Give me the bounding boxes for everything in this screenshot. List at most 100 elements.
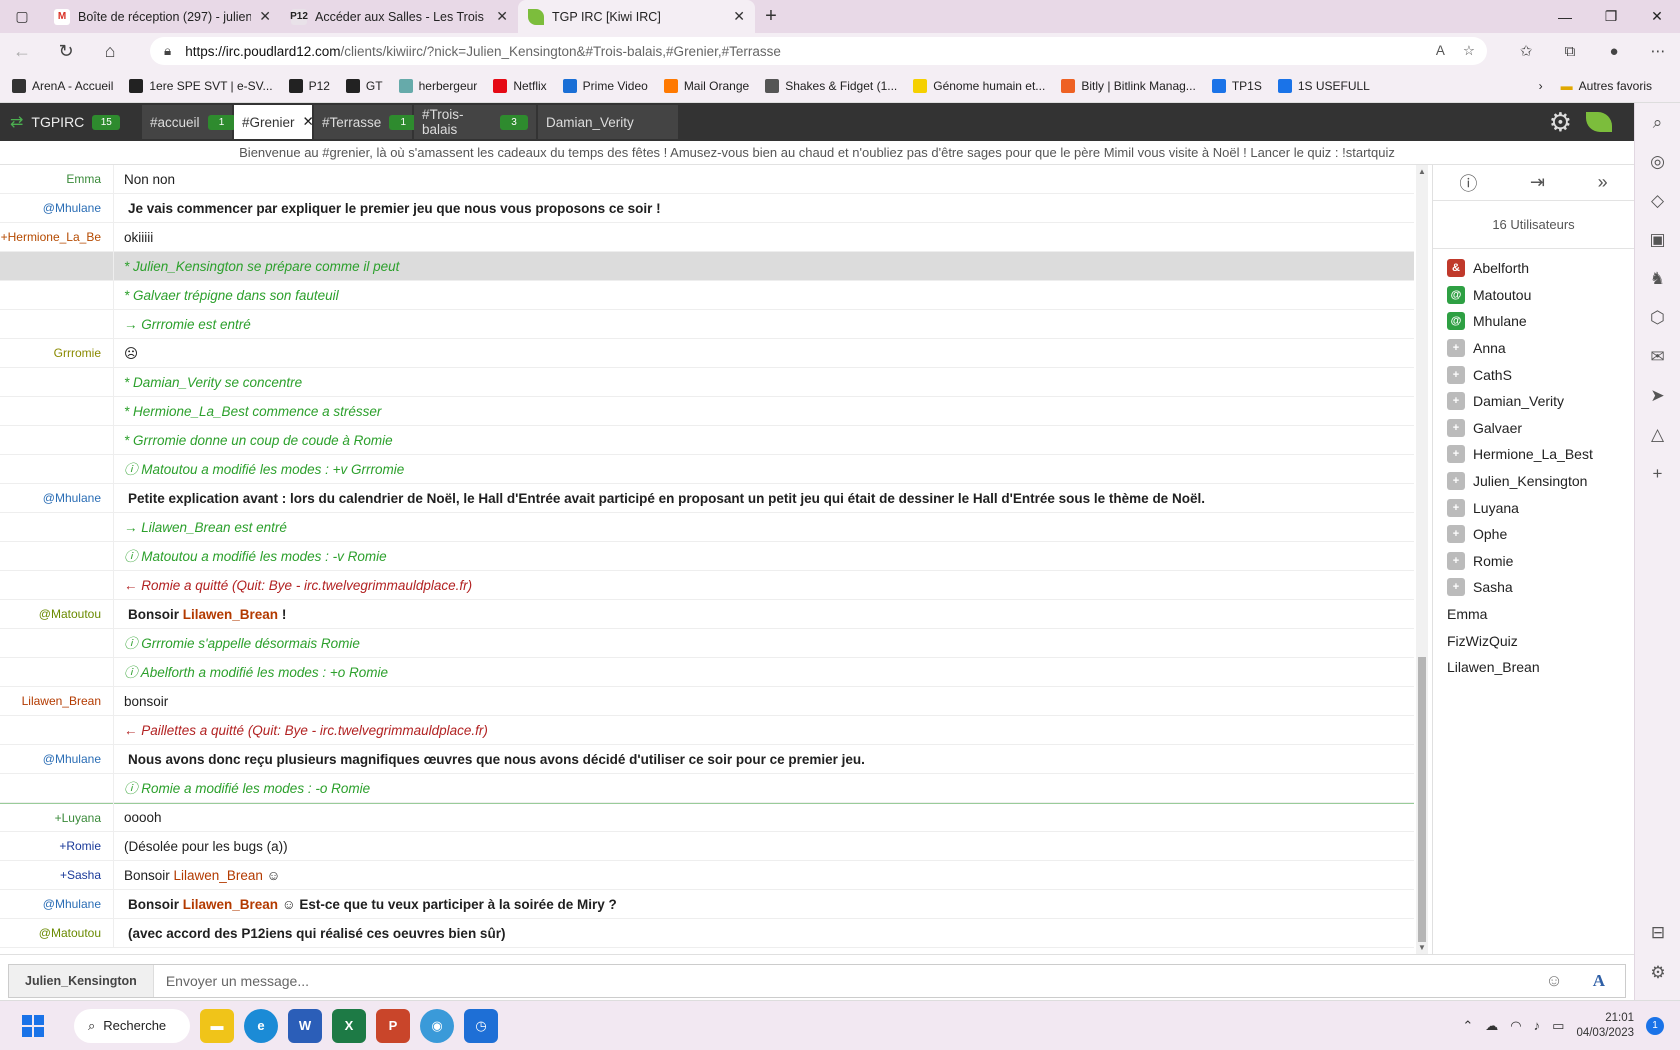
message-nick[interactable]: @Matoutou bbox=[0, 607, 113, 621]
split-screen-icon[interactable]: ⊟ bbox=[1635, 913, 1680, 952]
file-explorer-icon[interactable]: ▬ bbox=[200, 1008, 234, 1043]
message-scrollbar[interactable]: ▲ ▼ bbox=[1416, 165, 1428, 954]
user-list-item[interactable]: FizWizQuiz bbox=[1433, 627, 1634, 654]
bookmark-item[interactable]: Prime Video bbox=[562, 78, 648, 93]
user-list-item[interactable]: @ Matoutou bbox=[1433, 282, 1634, 309]
clock-app-icon[interactable]: ◷ bbox=[464, 1008, 498, 1043]
emoji-icon[interactable]: ☺ bbox=[1545, 971, 1562, 991]
current-nick[interactable]: Julien_Kensington bbox=[9, 965, 154, 997]
shopping-tag-icon[interactable]: ◇ bbox=[1635, 181, 1680, 220]
favorites-icon[interactable]: ✩ bbox=[1504, 33, 1548, 69]
scroll-up-icon[interactable]: ▲ bbox=[1416, 167, 1428, 176]
message-nick[interactable]: +Luyana bbox=[0, 811, 113, 825]
channel-tab[interactable]: #Grenier ✕ bbox=[234, 105, 314, 139]
user-list-item[interactable]: + Anna bbox=[1433, 335, 1634, 362]
battery-icon[interactable]: ▭ bbox=[1552, 1018, 1564, 1034]
user-list-item[interactable]: + CathS bbox=[1433, 361, 1634, 388]
kiwi-leaf-icon[interactable] bbox=[1586, 112, 1612, 132]
channel-info-icon[interactable]: ⓘ bbox=[1459, 170, 1477, 196]
mentioned-nick[interactable]: Lilawen_Brean bbox=[183, 897, 278, 912]
mentioned-nick[interactable]: Lilawen_Brean bbox=[183, 607, 278, 622]
other-favorites-folder[interactable]: ▬ Autres favoris bbox=[1561, 79, 1652, 93]
chrome-like-app-icon[interactable]: ◉ bbox=[420, 1008, 454, 1043]
profile-avatar[interactable]: ● bbox=[1592, 33, 1636, 69]
scrollbar-thumb[interactable] bbox=[1418, 657, 1426, 942]
url-bar[interactable]: 🔒︎ https://irc.poudlard12.com/clients/ki… bbox=[150, 37, 1487, 65]
message-nick[interactable]: Grrromie bbox=[0, 346, 113, 360]
user-list-item[interactable]: + Romie bbox=[1433, 548, 1634, 575]
channel-tab[interactable]: #accueil 1 bbox=[142, 105, 236, 139]
close-tab-icon[interactable]: ✕ bbox=[496, 8, 508, 25]
favorite-star-icon[interactable]: ☆ bbox=[1463, 43, 1475, 59]
message-nick[interactable]: @Mhulane bbox=[0, 752, 113, 766]
bookmark-item[interactable]: Génome humain et... bbox=[913, 78, 1045, 93]
tray-chevron-icon[interactable]: ⌃ bbox=[1462, 1018, 1473, 1034]
browser-tab-1[interactable]: P12 Accéder aux Salles - Les Trois Bal ✕ bbox=[281, 0, 518, 33]
bookmarks-overflow-chevron-icon[interactable]: › bbox=[1539, 79, 1543, 93]
close-channel-icon[interactable]: ✕ bbox=[303, 114, 314, 130]
bookmark-item[interactable]: herbergeur bbox=[398, 78, 477, 93]
bookmark-item[interactable]: ArenA - Accueil bbox=[12, 78, 113, 93]
close-tab-icon[interactable]: ✕ bbox=[259, 8, 271, 25]
games-icon[interactable]: ♞ bbox=[1635, 259, 1680, 298]
bookmark-item[interactable]: Shakes & Fidget (1... bbox=[765, 78, 897, 93]
user-list-item[interactable]: + Julien_Kensington bbox=[1433, 468, 1634, 495]
add-icon[interactable]: + bbox=[1635, 454, 1680, 493]
user-list-item[interactable]: + Ophe bbox=[1433, 521, 1634, 548]
close-tab-icon[interactable]: ✕ bbox=[733, 8, 745, 25]
bookmark-item[interactable]: 1ere SPE SVT | e-SV... bbox=[129, 78, 273, 93]
bookmark-item[interactable]: Mail Orange bbox=[663, 78, 749, 93]
message-nick[interactable]: +Sasha bbox=[0, 868, 113, 882]
office-icon[interactable]: ⬡ bbox=[1635, 298, 1680, 337]
taskbar-clock[interactable]: 21:01 04/03/2023 bbox=[1576, 1011, 1634, 1041]
message-nick[interactable]: @Mhulane bbox=[0, 201, 113, 215]
volume-icon[interactable]: ♪ bbox=[1534, 1018, 1541, 1033]
new-tab-button[interactable]: + bbox=[755, 0, 787, 33]
home-button[interactable]: ⌂ bbox=[88, 33, 132, 69]
bookmark-item[interactable]: P12 bbox=[288, 78, 330, 93]
user-list-item[interactable]: + Galvaer bbox=[1433, 415, 1634, 442]
mentioned-nick[interactable]: Lilawen_Brean bbox=[174, 868, 263, 883]
message-nick[interactable]: @Matoutou bbox=[0, 926, 113, 940]
more-menu-icon[interactable]: ⋯ bbox=[1636, 33, 1680, 69]
windows-start-icon[interactable] bbox=[16, 1009, 50, 1043]
message-nick[interactable]: @Mhulane bbox=[0, 491, 113, 505]
refresh-button[interactable]: ↻ bbox=[44, 33, 88, 69]
taskbar-search[interactable]: ⌕ Recherche bbox=[74, 1008, 190, 1043]
message-input[interactable]: Envoyer un message... bbox=[154, 973, 1546, 989]
bookmark-item[interactable]: 1S USEFULL bbox=[1277, 78, 1370, 93]
bookmark-item[interactable]: Bitly | Bitlink Manag... bbox=[1061, 78, 1196, 93]
drop-icon[interactable]: △ bbox=[1635, 415, 1680, 454]
message-nick[interactable]: +Romie bbox=[0, 839, 113, 853]
server-tab[interactable]: ⇄ TGPIRC 15 bbox=[2, 105, 140, 139]
tools-briefcase-icon[interactable]: ▣ bbox=[1635, 220, 1680, 259]
user-list-item[interactable]: @ Mhulane bbox=[1433, 308, 1634, 335]
minimize-button[interactable]: — bbox=[1542, 0, 1588, 33]
notification-badge[interactable]: 1 bbox=[1646, 1016, 1664, 1035]
user-list-item[interactable]: + Hermione_La_Best bbox=[1433, 441, 1634, 468]
close-window-button[interactable]: ✕ bbox=[1634, 0, 1680, 33]
maximize-button[interactable]: ❐ bbox=[1588, 0, 1634, 33]
bookmark-item[interactable]: GT bbox=[345, 78, 383, 93]
excel-icon[interactable]: X bbox=[332, 1008, 366, 1043]
text-format-icon[interactable]: A bbox=[1593, 971, 1605, 991]
leave-channel-icon[interactable]: ⇥ bbox=[1530, 172, 1545, 193]
user-list-item[interactable]: + Luyana bbox=[1433, 494, 1634, 521]
channel-tab[interactable]: #Trois-balais 3 bbox=[414, 105, 536, 139]
user-list-item[interactable]: Emma bbox=[1433, 601, 1634, 628]
browser-tab-0[interactable]: M Boîte de réception (297) - julien. ✕ bbox=[44, 0, 281, 33]
back-button[interactable]: ← bbox=[0, 33, 44, 69]
send-icon[interactable]: ➤ bbox=[1635, 376, 1680, 415]
word-icon[interactable]: W bbox=[288, 1008, 322, 1043]
onedrive-icon[interactable]: ☁ bbox=[1485, 1018, 1498, 1034]
settings-gear-icon[interactable]: ⚙ bbox=[1549, 107, 1572, 138]
tab-actions-icon[interactable]: ▢ bbox=[0, 0, 44, 33]
sidebar-settings-icon[interactable]: ⚙ bbox=[1635, 953, 1680, 992]
scroll-down-icon[interactable]: ▼ bbox=[1416, 943, 1428, 952]
user-list-item[interactable]: & Abelforth bbox=[1433, 255, 1634, 282]
collections-icon[interactable]: ⧉ bbox=[1548, 33, 1592, 69]
channel-tab[interactable]: #Terrasse 1 bbox=[314, 105, 418, 139]
user-list-item[interactable]: + Damian_Verity bbox=[1433, 388, 1634, 415]
search-icon[interactable]: ⌕ bbox=[1635, 103, 1680, 142]
powerpoint-icon[interactable]: P bbox=[376, 1008, 410, 1043]
